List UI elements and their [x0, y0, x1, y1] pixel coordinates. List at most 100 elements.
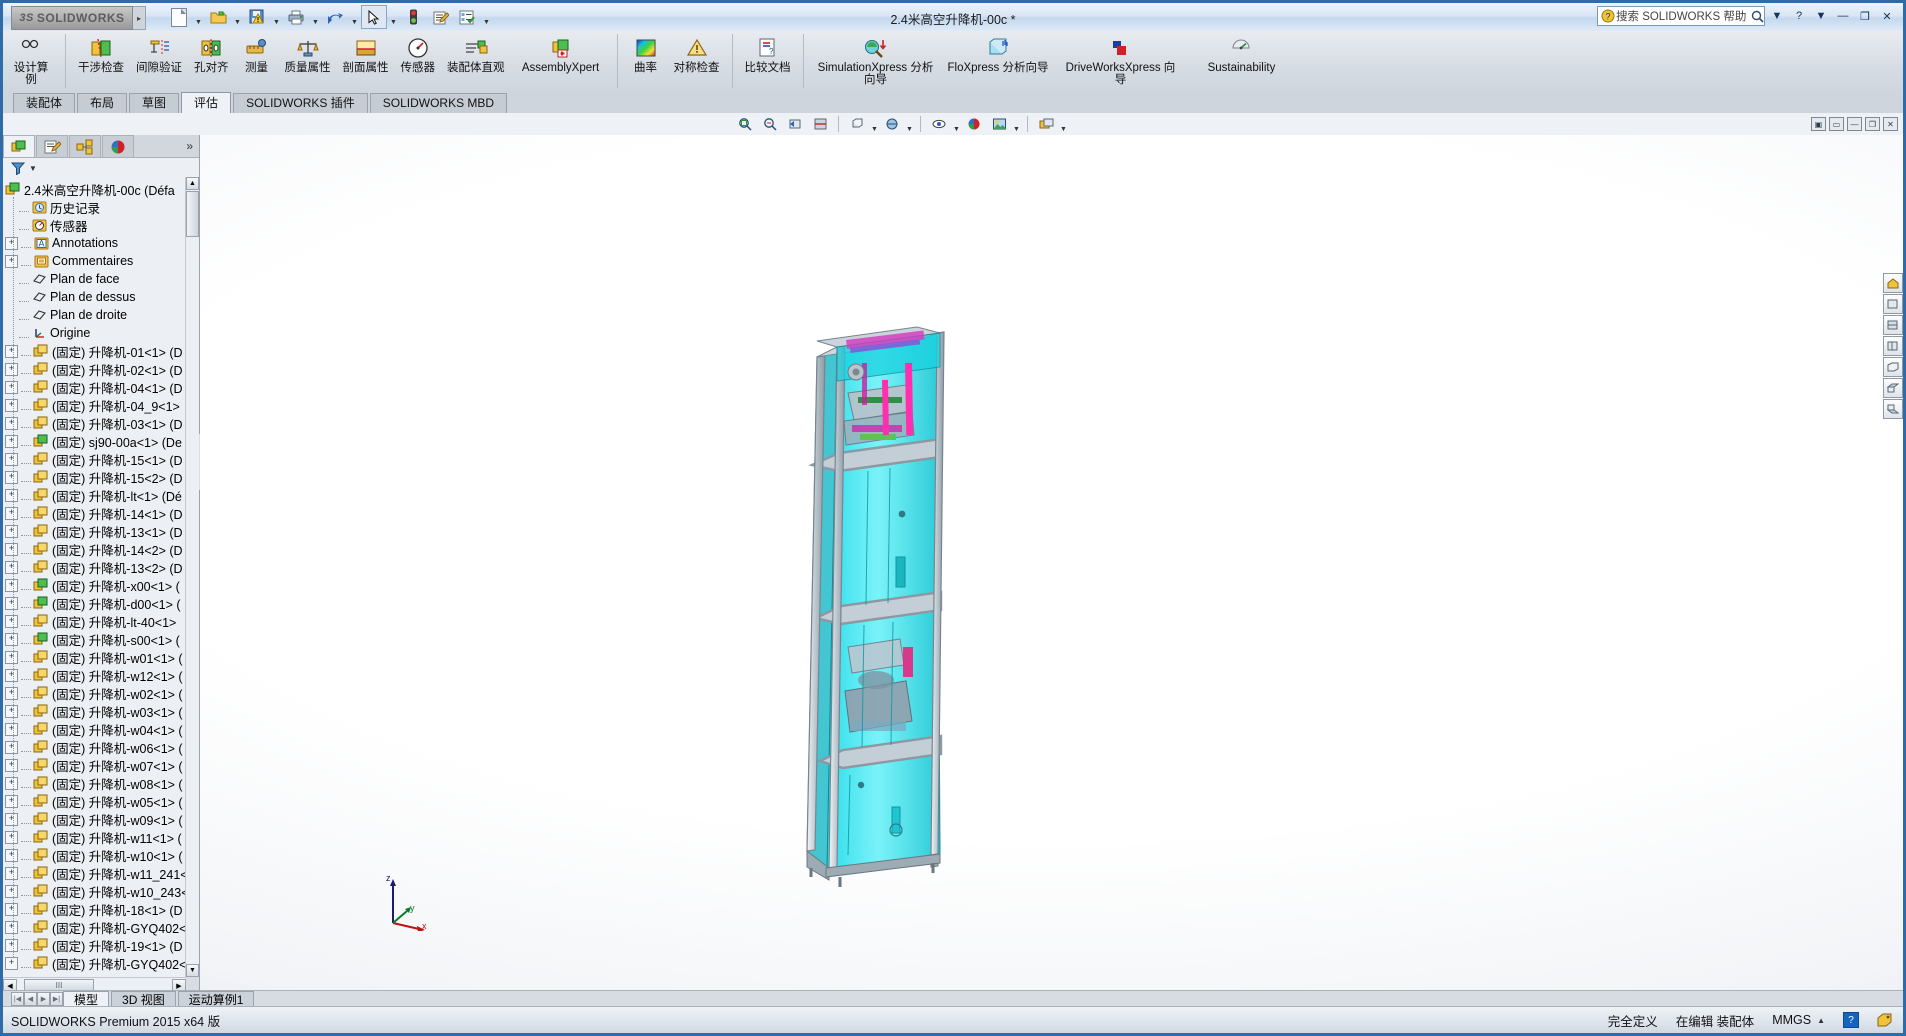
tree-item[interactable]: + (固定) 升降机-14<1> (D — [3, 504, 186, 522]
restore-document-icon[interactable]: ▭ — [1829, 117, 1844, 131]
tree-item[interactable]: + (固定) 升降机-GYQ402< — [3, 918, 186, 936]
hide-show-icon[interactable] — [927, 113, 951, 135]
hide-show-caret-icon[interactable]: ▼ — [952, 113, 961, 136]
tree-item[interactable]: + (固定) 升降机-15<2> (D — [3, 468, 186, 486]
tree-item[interactable]: + (固定) 升降机-GYQ402< — [3, 954, 186, 972]
tree-item[interactable]: Plan de face — [3, 270, 186, 288]
tree-expand-icon[interactable]: + — [5, 416, 18, 430]
tree-item[interactable]: + (固定) 升降机-04_9<1> — [3, 396, 186, 414]
command-clearance-verification[interactable]: 间隙验证 — [130, 31, 188, 89]
tree-item[interactable]: + (固定) 升降机-w06<1> ( — [3, 738, 186, 756]
view-top-icon[interactable] — [1883, 378, 1903, 398]
tree-expand-icon[interactable]: + — [5, 632, 18, 646]
tree-expand-icon[interactable]: + — [5, 794, 18, 808]
tag-icon[interactable] — [1877, 1013, 1893, 1027]
view-orientation-caret-icon[interactable]: ▼ — [870, 113, 879, 136]
tree-item[interactable]: + (固定) 升降机-w02<1> ( — [3, 684, 186, 702]
bottom-tab-motion-study[interactable]: 运动算例1 — [177, 990, 255, 1008]
tree-expand-icon[interactable]: + — [5, 650, 18, 664]
tree-item[interactable]: + (固定) 升降机-02<1> (D — [3, 360, 186, 378]
view-orientation-icon[interactable] — [845, 113, 869, 135]
tree-item[interactable]: + (固定) 升降机-03<1> (D — [3, 414, 186, 432]
view-front-icon[interactable] — [1883, 294, 1903, 314]
view-back-icon[interactable] — [1883, 315, 1903, 335]
maximize-window-button[interactable]: ❐ — [1855, 7, 1875, 25]
tree-expand-icon[interactable]: + — [5, 848, 18, 862]
tree-item[interactable]: + (固定) 升降机-w12<1> ( — [3, 666, 186, 684]
close-window-button[interactable]: ✕ — [1877, 7, 1897, 25]
command-flo-xpress[interactable]: FloXpress 分析向导 — [942, 31, 1055, 89]
tree-item[interactable]: + (固定) 升降机-lt<1> (Dé — [3, 486, 186, 504]
help-caret-icon[interactable]: ▼ — [1811, 7, 1831, 25]
tree-expand-icon[interactable]: + — [5, 704, 18, 718]
model-3d-view[interactable] — [200, 135, 1903, 993]
tree-item[interactable]: + (固定) 升降机-w10<1> ( — [3, 846, 186, 864]
status-help-badge[interactable]: ? — [1843, 1012, 1859, 1028]
last-tab-icon[interactable]: ▶| — [50, 992, 63, 1006]
tree-expand-icon[interactable]: + — [5, 722, 18, 736]
command-compare-documents[interactable]: ? 比较文档 — [739, 31, 797, 89]
tree-item[interactable]: + (固定) 升降机-14<2> (D — [3, 540, 186, 558]
tree-item[interactable]: + (固定) 升降机-01<1> (D — [3, 342, 186, 360]
tree-item[interactable]: + (固定) 升降机-19<1> (D — [3, 936, 186, 954]
zoom-to-fit-icon[interactable] — [733, 113, 757, 135]
tree-item[interactable]: + (固定) 升降机-13<1> (D — [3, 522, 186, 540]
scroll-down-icon[interactable]: ▼ — [186, 964, 199, 977]
property-manager-tab[interactable] — [36, 135, 68, 157]
tree-expand-icon[interactable]: + — [5, 398, 18, 412]
tree-item[interactable]: + (固定) 升降机-13<2> (D — [3, 558, 186, 576]
view-home-icon[interactable] — [1883, 273, 1903, 293]
command-hole-alignment[interactable]: 孔对齐 — [188, 31, 235, 89]
help-question-icon[interactable]: ? — [1789, 7, 1809, 25]
command-assembly-xpert[interactable]: AssemblyXpert — [511, 31, 611, 89]
tree-item[interactable]: + (固定) 升降机-s00<1> ( — [3, 630, 186, 648]
maximize-document-icon[interactable]: ❐ — [1865, 117, 1880, 131]
tree-expand-icon[interactable]: + — [5, 596, 18, 610]
tree-expand-icon[interactable]: + — [5, 812, 18, 826]
tree-expand-icon[interactable]: + — [5, 380, 18, 394]
filter-caret-icon[interactable]: ▼ — [29, 164, 37, 173]
command-driveworks-xpress[interactable]: DriveWorksXpress 向导 — [1054, 31, 1186, 89]
tree-filter-bar[interactable]: ▼ — [3, 158, 199, 179]
tree-item[interactable]: + Commentaires — [3, 252, 186, 270]
units-caret-icon[interactable]: ▲ — [1817, 1016, 1825, 1025]
tree-expand-icon[interactable]: + — [5, 866, 18, 880]
tree-item[interactable]: + (固定) 升降机-lt-40<1> — [3, 612, 186, 630]
tab-evaluate[interactable]: 评估 — [181, 92, 232, 113]
tab-assembly[interactable]: 装配体 — [13, 93, 76, 113]
tree-expand-icon[interactable]: + — [5, 902, 18, 916]
view-right-icon[interactable] — [1883, 357, 1903, 377]
tree-expand-icon[interactable]: + — [5, 776, 18, 790]
tree-item[interactable]: + (固定) 升降机-w10_243< — [3, 882, 186, 900]
tree-item[interactable]: + (固定) 升降机-w11<1> ( — [3, 828, 186, 846]
configuration-manager-tab[interactable] — [69, 135, 101, 157]
next-tab-icon[interactable]: ▶ — [37, 992, 50, 1006]
tree-expand-icon[interactable]: + — [5, 506, 18, 520]
search-icon[interactable] — [1750, 8, 1764, 24]
tree-item[interactable]: 传感器 — [3, 216, 186, 234]
tile-windows-icon[interactable]: ▣ — [1811, 117, 1826, 131]
tree-expand-icon[interactable]: + — [5, 956, 18, 970]
tree-expand-icon[interactable]: + — [5, 236, 18, 250]
tree-expand-icon[interactable]: + — [5, 344, 18, 358]
command-symmetry-check[interactable]: 对称检查 — [668, 31, 726, 89]
section-view-icon[interactable] — [808, 113, 832, 135]
apply-scene-caret-icon[interactable]: ▼ — [1012, 113, 1021, 136]
tree-item[interactable]: Origine — [3, 324, 186, 342]
tree-expand-icon[interactable]: + — [5, 524, 18, 538]
tree-item[interactable]: + A Annotations — [3, 234, 186, 252]
tree-expand-icon[interactable]: + — [5, 434, 18, 448]
command-measure[interactable]: 测量 — [235, 31, 279, 89]
tree-item[interactable]: + (固定) 升降机-w08<1> ( — [3, 774, 186, 792]
tab-layout[interactable]: 布局 — [77, 93, 128, 113]
tree-expand-icon[interactable]: + — [5, 560, 18, 574]
tree-item[interactable]: + (固定) 升降机-w07<1> ( — [3, 756, 186, 774]
tree-item[interactable]: + (固定) 升降机-w01<1> ( — [3, 648, 186, 666]
display-style-caret-icon[interactable]: ▼ — [905, 113, 914, 136]
command-mass-properties[interactable]: 质量属性 — [279, 31, 337, 89]
feature-tree[interactable]: 2.4米高空升降机-00c (Défa 历史记录 传感器 + A Annotations… — [3, 177, 186, 977]
edit-appearance-icon[interactable] — [962, 113, 986, 135]
tree-expand-icon[interactable]: + — [5, 470, 18, 484]
tree-expand-icon[interactable]: + — [5, 830, 18, 844]
view-left-icon[interactable] — [1883, 336, 1903, 356]
